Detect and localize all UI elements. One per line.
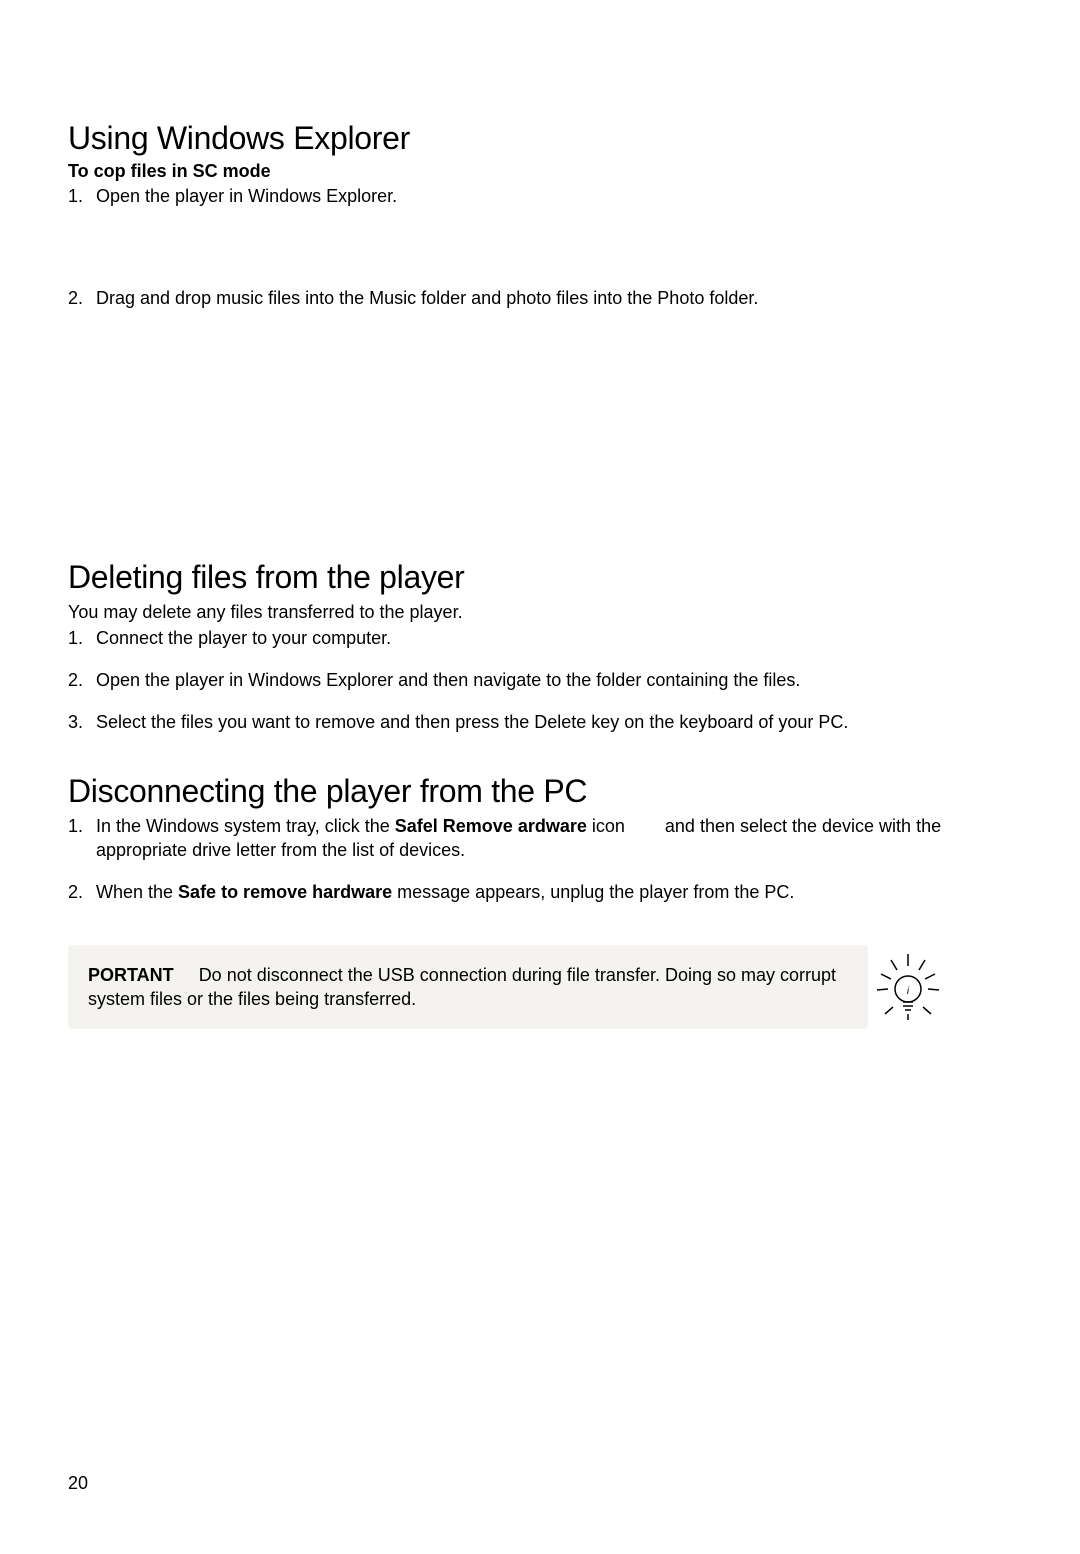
callout-label: PORTANT [88,965,179,985]
step-text-suffix: message appears, unplug the player from … [392,882,794,902]
step-text-prefix: In the Windows system tray, click the [96,816,395,836]
svg-text:i: i [907,986,910,997]
subheading-copy-files: To cop files in SC mode [68,161,1012,182]
step-text-prefix: When the [96,882,178,902]
list-item: Drag and drop music files into the Music… [68,286,1012,310]
callout-body: Do not disconnect the USB connection dur… [88,965,836,1009]
callout-important: PORTANT Do not disconnect the USB connec… [68,945,868,1030]
list-item: Select the files you want to remove and … [68,710,1012,734]
step-text-bold: Safe to remove hardware [178,882,392,902]
section-heading-using-windows-explorer: Using Windows Explorer [68,120,1012,157]
lightbulb-icon: i [873,952,943,1022]
step-list-section3: In the Windows system tray, click the Sa… [68,814,1012,905]
list-item: Open the player in Windows Explorer. [68,184,1012,208]
list-item: Open the player in Windows Explorer and … [68,668,1012,692]
list-item: Connect the player to your computer. [68,626,1012,650]
intro-text-deleting: You may delete any files transferred to … [68,600,1012,624]
step-list-section2: Connect the player to your computer. Ope… [68,626,1012,735]
step-list-section1-cont: Drag and drop music files into the Music… [68,286,1012,310]
callout-text: PORTANT Do not disconnect the USB connec… [88,963,838,1012]
section-heading-deleting-files: Deleting files from the player [68,559,1012,596]
step-text-bold: Safel Remove ardware [395,816,587,836]
step-list-section1: Open the player in Windows Explorer. [68,184,1012,208]
step-text-mid: icon [587,816,630,836]
page-number: 20 [68,1473,88,1494]
section-heading-disconnecting: Disconnecting the player from the PC [68,773,1012,810]
list-item: When the Safe to remove hardware message… [68,880,1012,904]
list-item: In the Windows system tray, click the Sa… [68,814,1012,863]
